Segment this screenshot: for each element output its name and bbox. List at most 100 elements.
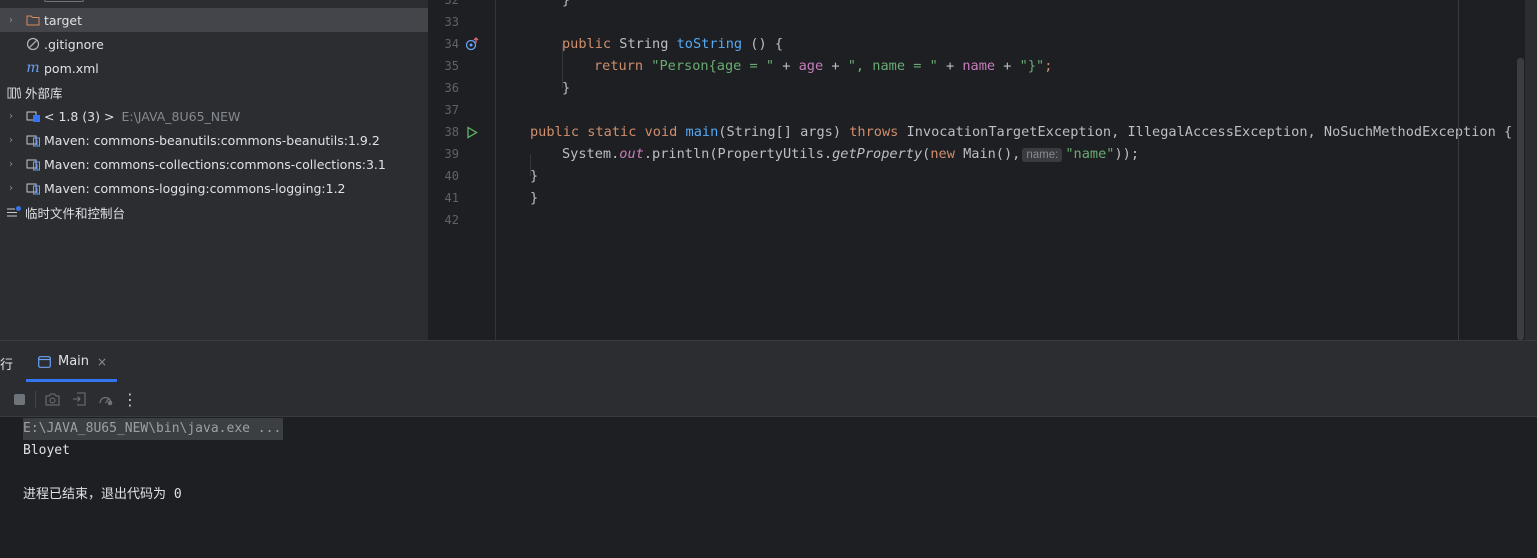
tree-item-pom[interactable]: m pom.xml [0, 56, 428, 80]
code-line-40: } [530, 165, 538, 187]
chevron-right-icon[interactable]: › [6, 183, 16, 194]
code-token: + [823, 58, 848, 74]
tree-item-external-libraries[interactable]: 外部库 [0, 80, 428, 104]
code-line-38: public static void main(String[] args) t… [530, 121, 1512, 143]
console-exit-line: 进程已结束，退出代码为 0 [23, 487, 182, 502]
code-token: new [930, 146, 955, 162]
line-number: 42 [444, 213, 459, 227]
line-number: 37 [444, 103, 459, 117]
tree-item-label: 临时文件和控制台 [25, 205, 126, 221]
tree-item-label: < 1.8 (3) > [44, 108, 115, 124]
code-token: public [562, 36, 612, 52]
tree-item-path: E:\JAVA_8U65_NEW [121, 108, 241, 124]
tree-item-label: Maven: commons-collections:commons-colle… [44, 156, 386, 172]
tree-item-label: pom.xml [44, 60, 99, 76]
tree-item-jdk[interactable]: › < 1.8 (3) > E:\JAVA_8U65_NEW [0, 104, 428, 128]
line-number: 41 [444, 191, 459, 205]
stop-icon[interactable] [10, 390, 28, 408]
library-icon [6, 84, 22, 100]
code-token: + [995, 58, 1020, 74]
code-token: () { [742, 36, 783, 52]
line-number: 33 [444, 15, 459, 29]
code-token: } [562, 80, 571, 96]
tree-item-lib-collections[interactable]: › Maven: commons-collections:commons-col… [0, 152, 428, 176]
exit-icon[interactable] [70, 390, 88, 408]
scratches-icon [6, 204, 22, 220]
line-number: 36 [444, 81, 459, 95]
code-token: public static void [530, 124, 678, 140]
run-icon[interactable] [464, 121, 480, 143]
code-line-39: System.out.println(PropertyUtils.getProp… [562, 143, 1139, 165]
code-token: age [798, 58, 824, 74]
camera-icon[interactable] [43, 390, 61, 408]
code-line-41: } [530, 187, 538, 209]
console-output-line: Bloyet [23, 443, 70, 458]
jdk-icon [25, 108, 41, 124]
code-token: ; [1044, 58, 1053, 74]
code-token: + [774, 58, 799, 74]
override-method-icon[interactable] [464, 33, 480, 55]
chevron-right-icon[interactable]: › [6, 111, 16, 122]
code-token: .println(PropertyUtils. [643, 146, 833, 162]
code-token: getProperty [832, 146, 923, 162]
console-tab-icon [38, 355, 51, 368]
chevron-right-icon[interactable]: › [6, 15, 16, 26]
run-panel-header: 行 Main × [0, 341, 1537, 382]
line-number: 40 [444, 169, 459, 183]
code-token: ", name = " [847, 58, 938, 74]
tree-row-partial [44, 0, 84, 2]
code-token: toString [676, 36, 743, 52]
toolbar-separator [35, 391, 36, 408]
library-jar-icon [25, 180, 41, 196]
code-token: out [619, 146, 644, 162]
folder-icon [25, 12, 41, 28]
tree-item-lib-beanutils[interactable]: › Maven: commons-beanutils:commons-beanu… [0, 128, 428, 152]
run-toolbar: ⋮ [0, 382, 1537, 417]
parameter-hint: name: [1022, 148, 1063, 162]
tree-item-label: Maven: commons-logging:commons-logging:1… [44, 180, 346, 196]
console-output[interactable]: E:\JAVA_8U65_NEW\bin\java.exe ... Bloyet… [0, 418, 1537, 558]
code-token: String [611, 36, 677, 52]
code-token: Main(), [954, 146, 1021, 162]
right-margin-guide [1458, 0, 1459, 340]
line-number: 34 [444, 37, 459, 51]
code-token: throws [849, 124, 899, 140]
tab-main[interactable]: Main × [26, 341, 117, 382]
close-icon[interactable]: × [97, 355, 107, 369]
tree-item-label: target [44, 12, 83, 28]
line-number: 38 [444, 125, 459, 139]
line-number: 35 [444, 59, 459, 73]
code-token: return [594, 58, 644, 74]
tree-item-label: .gitignore [44, 36, 104, 52]
run-panel-title: 行 [0, 358, 14, 373]
code-editor[interactable]: 32 33 34 35 36 37 38 39 40 41 42 } publi… [429, 0, 1525, 340]
tree-item-scratches[interactable]: 临时文件和控制台 [0, 200, 428, 224]
code-token: (String[] args) [718, 124, 850, 140]
dump-threads-icon[interactable] [96, 390, 114, 408]
code-token: main [685, 124, 719, 140]
code-token: name [962, 58, 996, 74]
gutter-divider [495, 0, 496, 340]
chevron-right-icon[interactable]: › [6, 159, 16, 170]
tree-item-label: 外部库 [25, 85, 63, 101]
tree-item-gitignore[interactable]: .gitignore [0, 32, 428, 56]
code-token: )); [1114, 146, 1140, 162]
tree-item-target[interactable]: › target [0, 8, 428, 32]
code-token: "}" [1019, 58, 1045, 74]
tab-label: Main [58, 354, 90, 369]
code-token: System. [562, 146, 620, 162]
code-token: InvocationTargetException, IllegalAccess… [898, 124, 1513, 140]
library-jar-icon [25, 132, 41, 148]
code-token: } [562, 0, 571, 8]
ignore-file-icon [25, 36, 41, 52]
code-token: "Person{age = " [651, 58, 775, 74]
tree-item-lib-logging[interactable]: › Maven: commons-logging:commons-logging… [0, 176, 428, 200]
more-options-icon[interactable]: ⋮ [121, 390, 139, 409]
tree-item-label: Maven: commons-beanutils:commons-beanuti… [44, 132, 380, 148]
code-token: + [937, 58, 963, 74]
line-number: 39 [444, 147, 459, 161]
line-number: 32 [444, 0, 459, 7]
chevron-right-icon[interactable]: › [6, 135, 16, 146]
editor-scrollbar[interactable] [1517, 58, 1524, 340]
code-line-32: } [562, 0, 570, 11]
